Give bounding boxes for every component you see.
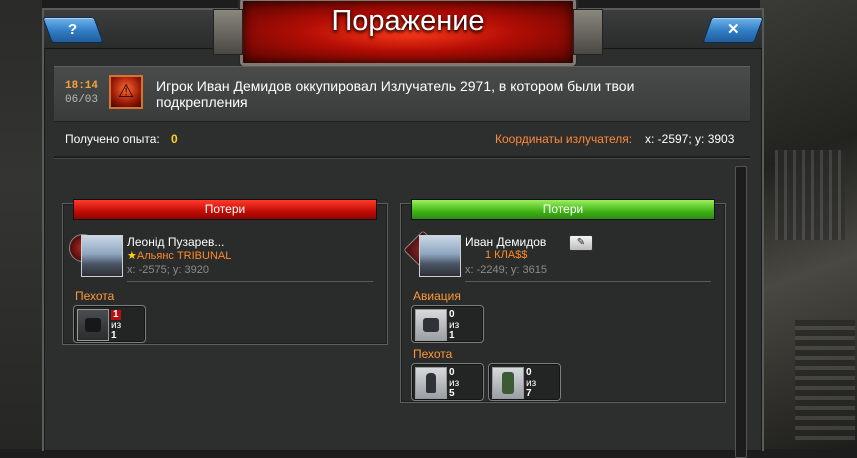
armored-vehicle-icon xyxy=(77,309,109,341)
notice-time: 18:14 xyxy=(65,80,99,92)
unit-lost-count: 1 xyxy=(111,309,121,320)
unit-lost-count: 0 xyxy=(449,367,455,378)
left-losses-panel: Потери Леонід Пузарев... ★Альянс TRIBUNA… xyxy=(62,199,388,345)
left-infantry-label: Пехота xyxy=(75,289,115,303)
mech-soldier-icon xyxy=(492,367,524,399)
left-losses-header: Потери xyxy=(73,199,377,220)
notice-date: 06/03 xyxy=(65,94,99,106)
unit-card[interactable]: 0 из 5 xyxy=(411,363,484,401)
star-icon: ★ xyxy=(127,250,137,262)
title-banner: Поражение xyxy=(213,0,603,66)
experience-label: Получено опыта: xyxy=(65,132,160,146)
right-losses-panel: Потери Иван Демидов ✎ 1 КЛА$$ x: -2249; … xyxy=(400,199,726,403)
left-player-coords[interactable]: x: -2575; y: 3920 xyxy=(127,264,209,276)
left-alliance-name: Альянс TRIBUNAL xyxy=(136,250,232,262)
right-player-coords[interactable]: x: -2249; y: 3615 xyxy=(465,264,547,276)
soldier-icon xyxy=(415,367,447,399)
emitter-coords-value[interactable]: x: -2597; y: 3903 xyxy=(645,132,734,146)
separator xyxy=(127,281,373,282)
game-background-right xyxy=(760,0,857,449)
right-player-name[interactable]: Иван Демидов xyxy=(465,235,546,249)
right-losses-header: Потери xyxy=(411,199,715,220)
close-button[interactable]: ✕ xyxy=(702,17,764,43)
left-player-alliance[interactable]: ★Альянс TRIBUNAL xyxy=(127,249,231,262)
right-infantry-label: Пехота xyxy=(413,347,453,361)
unit-total-count: 1 xyxy=(449,330,455,341)
window-title: Поражение xyxy=(331,5,485,37)
unit-card[interactable]: 1 из 1 xyxy=(73,305,146,343)
defeat-report-window: ? ✕ Поражение 18:14 06/03 Игрок Иван Дем… xyxy=(42,0,764,458)
unit-total-count: 7 xyxy=(526,388,532,399)
notice-text: Игрок Иван Демидов оккупировал Излучател… xyxy=(156,78,635,110)
avatar[interactable] xyxy=(419,235,461,277)
unit-card[interactable]: 0 из 1 xyxy=(411,305,484,343)
edit-pencil-icon[interactable]: ✎ xyxy=(569,235,593,251)
experience-value: 0 xyxy=(171,132,178,146)
avatar[interactable] xyxy=(81,235,123,277)
separator xyxy=(465,281,711,282)
help-icon: ? xyxy=(68,21,78,38)
right-aviation-label: Авиация xyxy=(413,289,461,303)
event-notice: 18:14 06/03 Игрок Иван Демидов оккупиров… xyxy=(54,66,750,122)
left-player-name[interactable]: Леонід Пузарев... xyxy=(127,235,224,249)
scrollbar[interactable] xyxy=(735,166,747,458)
unit-total-count: 5 xyxy=(449,388,455,399)
defeat-icon xyxy=(109,75,143,109)
unit-card[interactable]: 0 из 7 xyxy=(488,363,561,401)
help-button[interactable]: ? xyxy=(42,17,104,43)
unit-lost-count: 0 xyxy=(526,367,532,378)
drone-icon xyxy=(415,309,447,341)
divider xyxy=(54,156,750,159)
close-icon: ✕ xyxy=(726,21,740,38)
unit-lost-count: 0 xyxy=(449,309,455,320)
game-background-left xyxy=(0,0,42,449)
emitter-coords-label: Координаты излучателя: xyxy=(495,132,633,146)
right-player-alliance[interactable]: 1 КЛА$$ xyxy=(485,249,527,261)
unit-total-count: 1 xyxy=(111,330,117,341)
